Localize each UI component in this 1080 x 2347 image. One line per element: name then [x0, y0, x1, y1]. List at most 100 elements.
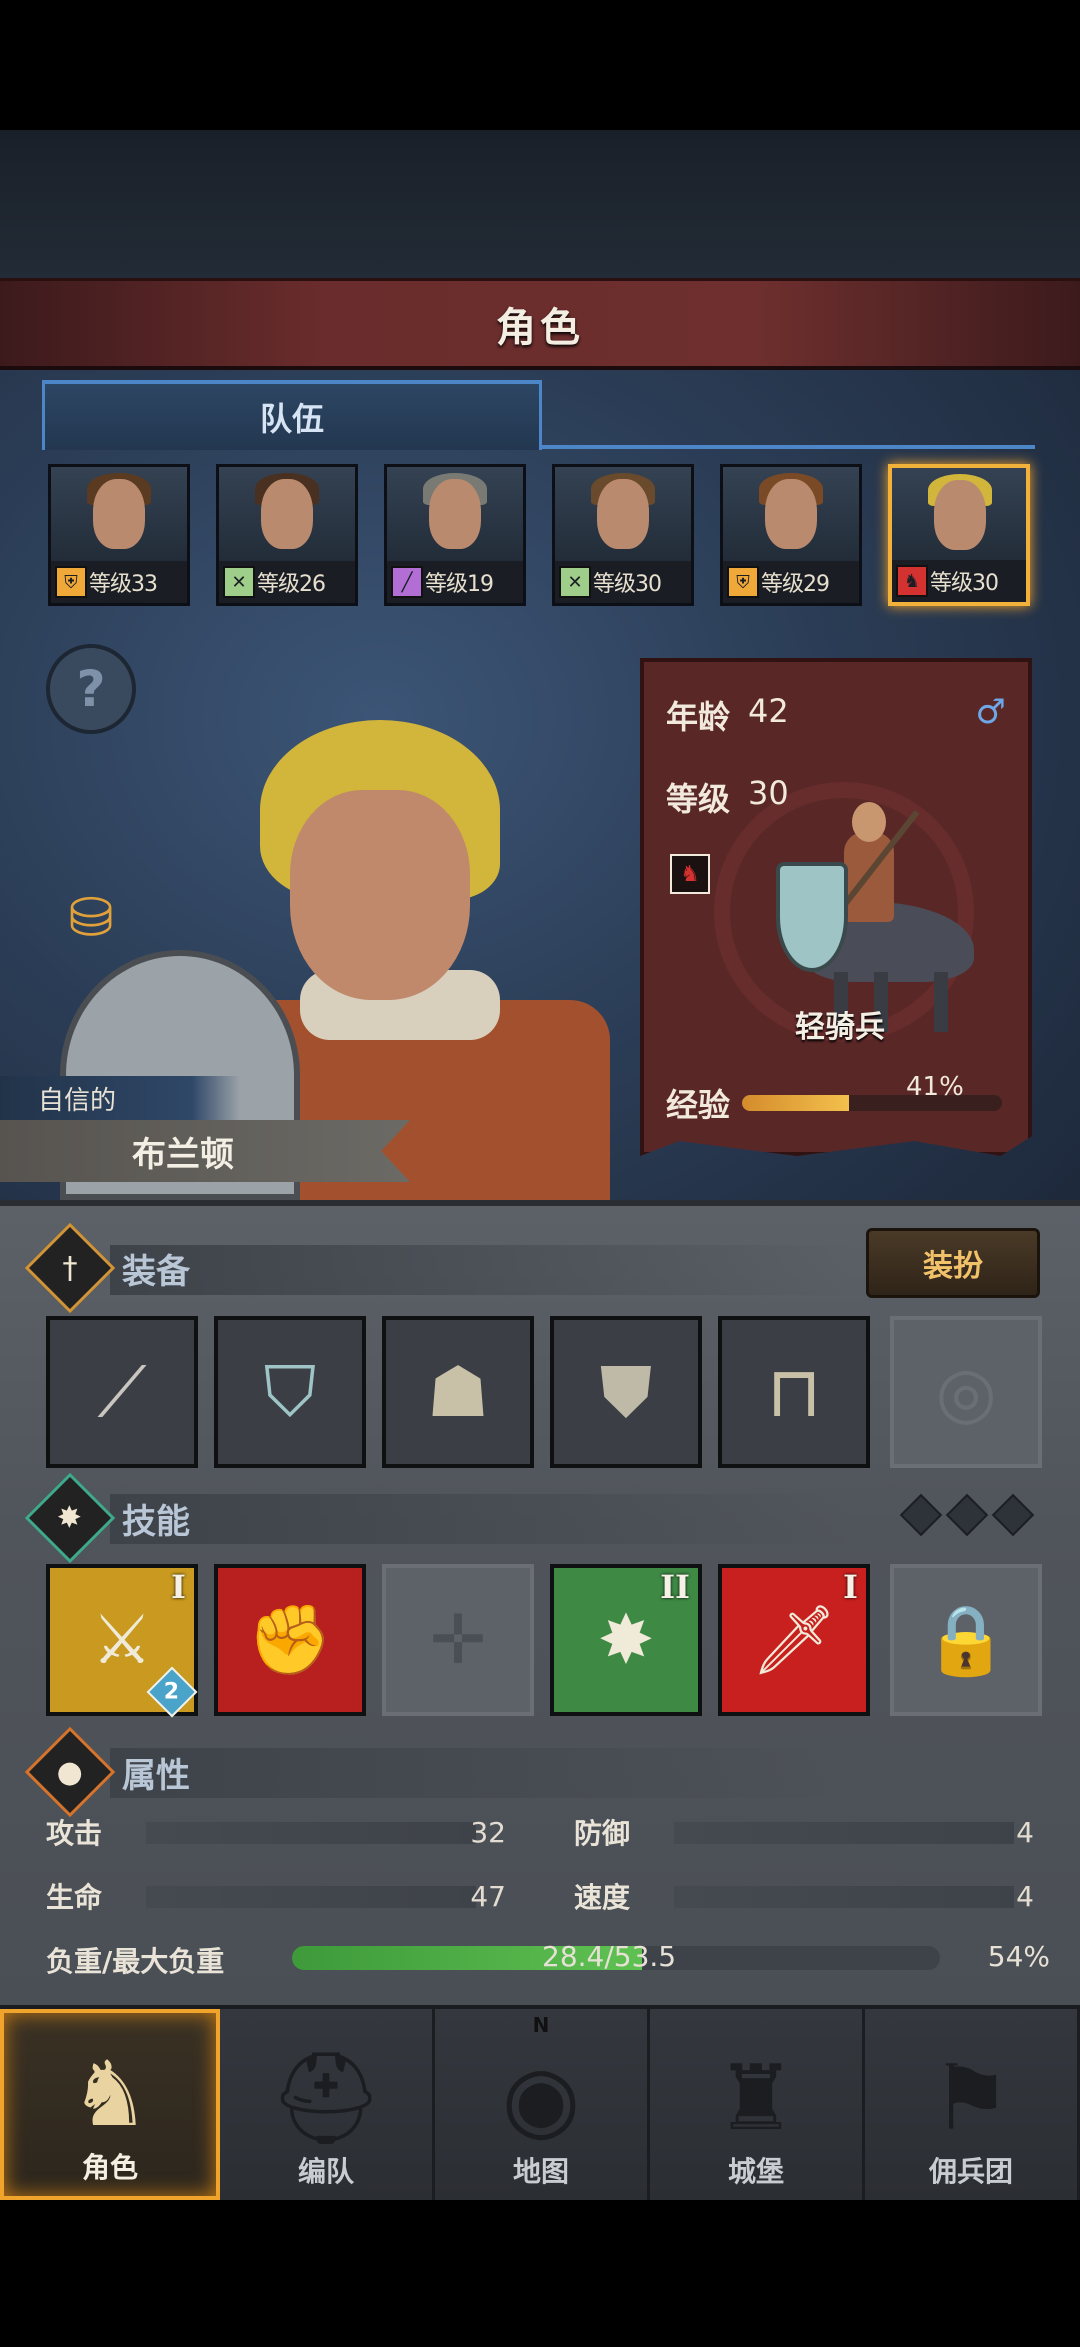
defense-label: 防御: [574, 1817, 631, 1850]
tab-team-label: 队伍: [259, 400, 324, 438]
member-portrait: [219, 467, 355, 563]
nav-castle[interactable]: ♜ 城堡: [650, 2009, 865, 2200]
attribute-hp: 生命 47: [46, 1876, 506, 1916]
load-percent: 54%: [987, 1940, 1050, 1973]
tab-team[interactable]: 队伍: [42, 380, 542, 450]
skills-header: ✸ 技能: [24, 1472, 190, 1564]
xp-percent: 41%: [906, 1072, 964, 1102]
skill-slot[interactable]: ⚔ I 2: [46, 1564, 198, 1718]
skill-point-diamond-icon: [899, 1493, 943, 1537]
attributes-header: ● 属性: [24, 1726, 190, 1818]
attack-label: 攻击: [46, 1817, 103, 1850]
equipment-slot-body[interactable]: ⛊: [550, 1316, 702, 1468]
defense-value: 4: [1016, 1815, 1034, 1849]
skill-point-diamond-icon: [991, 1493, 1035, 1537]
mercenary-icon: ⚑: [930, 2046, 1012, 2151]
hero-name-plate[interactable]: 布兰顿: [0, 1120, 410, 1182]
xp-label: 经验: [666, 1086, 731, 1124]
member-portrait: [555, 467, 691, 563]
skill-slot-locked[interactable]: 🔒: [890, 1564, 1042, 1716]
speed-label: 速度: [574, 1881, 631, 1914]
unit-class-name: 轻骑兵: [795, 1010, 885, 1045]
team-roster: ⛨ 等级33 ✕ 等级26 ╱ 等级19 ✕ 等级30 ⛨ 等级29 ♞ 等级30: [48, 464, 1038, 610]
member-portrait: [51, 467, 187, 563]
empty-skill-slot-icon: ✛: [429, 1600, 487, 1680]
locked-skill-icon: 🔒: [923, 1601, 1009, 1680]
skill-slot[interactable]: ✊: [214, 1564, 366, 1716]
team-member-selected[interactable]: ♞ 等级30: [888, 464, 1030, 606]
skill-slot[interactable]: 🗡 I: [718, 1564, 870, 1716]
equipment-slot-weapon[interactable]: ⟋: [46, 1316, 198, 1468]
load-label-row: 负重/最大负重: [46, 1940, 306, 1980]
boots-icon: ⊓: [766, 1351, 822, 1433]
team-member[interactable]: ✕ 等级30: [552, 464, 694, 606]
compass-map-icon: ◉: [501, 2046, 581, 2151]
nav-label: 城堡: [727, 2155, 784, 2188]
nav-map[interactable]: N ◉ 地图: [435, 2009, 650, 2200]
skill-stack-badge: 2: [146, 1666, 198, 1718]
equipment-slot-shield[interactable]: ⛉: [214, 1316, 366, 1468]
attribute-attack: 攻击 32: [46, 1812, 506, 1852]
skills-title: 技能: [122, 1501, 190, 1542]
load-label: 负重/最大负重: [46, 1945, 225, 1978]
spear-icon: ⟋: [97, 1350, 147, 1433]
team-member[interactable]: ✕ 等级26: [216, 464, 358, 606]
horse-icon: ♞: [896, 565, 928, 597]
age-label: 年龄: [666, 698, 731, 736]
skill-point-diamond-icon: [945, 1493, 989, 1537]
nav-formation[interactable]: ⛑ 编队: [220, 2009, 435, 2200]
equipment-slot-feet[interactable]: ⊓: [718, 1316, 870, 1468]
attributes-title: 属性: [122, 1755, 190, 1796]
hp-label: 生命: [46, 1881, 103, 1914]
member-portrait: [723, 467, 859, 563]
skill-rank: I: [843, 1568, 858, 1606]
level-label: 等级: [666, 780, 731, 818]
hood-icon: ☗: [426, 1351, 490, 1433]
equipment-slot-head[interactable]: ☗: [382, 1316, 534, 1468]
knight-icon: ♞: [69, 2042, 151, 2147]
male-icon: ♂: [975, 692, 1006, 732]
horse-icon: ♞: [670, 854, 710, 894]
crossed-swords-icon: ✕: [559, 566, 591, 598]
chainmail-icon: ⛊: [599, 1350, 653, 1433]
equipment-header: † 装备: [24, 1222, 190, 1314]
sword-strike-skill-icon: ⚔: [91, 1600, 153, 1680]
team-member[interactable]: ⛨ 等级29: [720, 464, 862, 606]
team-member[interactable]: ⛨ 等级33: [48, 464, 190, 606]
page-title: 角色: [496, 304, 584, 351]
skill-points: [899, 1493, 1035, 1537]
nav-label: 地图: [512, 2155, 569, 2188]
shield-icon: ⛨: [55, 566, 87, 598]
member-portrait: [892, 468, 1026, 564]
age-value: 42: [748, 692, 789, 730]
burst-skill-icon: ✸: [597, 1600, 655, 1680]
hero-name: 布兰顿: [132, 1134, 234, 1175]
shield-icon: ⛨: [727, 566, 759, 598]
bottom-navigation: ♞ 角色 ⛑ 编队 N ◉ 地图 ♜ 城堡 ⚑ 佣兵团: [0, 2005, 1080, 2200]
person-icon: ●: [24, 1726, 116, 1818]
hp-value: 47: [470, 1879, 506, 1913]
load-value: 28.4/53.5: [542, 1940, 677, 1973]
star-icon: ✸: [24, 1472, 116, 1564]
top-gap: [0, 130, 1080, 278]
hero-info-card: 年龄 42 ♂ 等级 30 ♞ 轻骑兵 经验 41%: [640, 658, 1032, 1156]
skill-slot[interactable]: ✸ II: [550, 1564, 702, 1716]
equipment-slot-ring[interactable]: ◎: [890, 1316, 1042, 1468]
tab-underline: [540, 445, 1035, 449]
team-member[interactable]: ╱ 等级19: [384, 464, 526, 606]
skill-rank: II: [660, 1568, 690, 1606]
attack-value: 32: [470, 1815, 506, 1849]
compass-north-label: N: [532, 2013, 550, 2037]
dagger-icon: †: [24, 1222, 116, 1314]
nav-mercenaries[interactable]: ⚑ 佣兵团: [865, 2009, 1080, 2200]
nav-label: 佣兵团: [928, 2155, 1013, 2188]
nav-character[interactable]: ♞ 角色: [0, 2009, 220, 2200]
title-banner: 角色: [0, 278, 1080, 370]
dress-up-button[interactable]: 装扮: [866, 1228, 1040, 1298]
blade-skill-icon: 🗡: [750, 1601, 838, 1680]
skill-slot-empty[interactable]: ✛: [382, 1564, 534, 1716]
member-level: 等级19: [425, 572, 494, 597]
age-row: 年龄 42: [666, 692, 789, 738]
member-level: 等级26: [257, 572, 326, 597]
hero-trait-label: 自信的: [38, 1085, 117, 1116]
